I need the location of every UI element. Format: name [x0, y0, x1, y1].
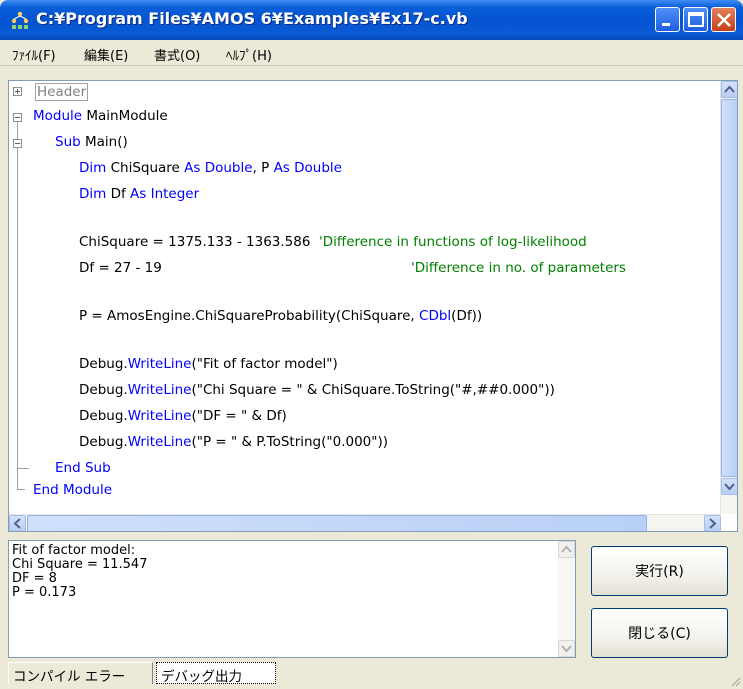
tab-debug-output[interactable]: デバッグ出力	[156, 662, 276, 685]
close-icon	[717, 13, 731, 27]
code-text: ("Chi Square = " & ChiSquare.ToString("#…	[191, 382, 555, 398]
expand-header-icon[interactable]	[13, 87, 22, 96]
minimize-icon	[662, 23, 670, 26]
output-line: Fit of factor model:	[12, 543, 136, 558]
chevron-left-icon	[13, 518, 21, 529]
code-line-end-module[interactable]: End Module	[33, 481, 112, 499]
code-line-dim-df[interactable]: Dim Df As Integer	[79, 185, 199, 203]
editor-window: C:¥Program Files¥AMOS 6¥Examples¥Ex17-c.…	[0, 0, 743, 689]
code-line-writeline-1[interactable]: Debug.WriteLine("Fit of factor model")	[79, 355, 338, 373]
code-text: MainModule	[82, 108, 168, 124]
collapse-module-icon[interactable]	[13, 113, 22, 122]
code-editor[interactable]: Header Module MainModule Sub Main() Dim …	[8, 80, 738, 532]
keyword: Dim	[79, 160, 107, 176]
chevron-down-icon	[561, 645, 572, 653]
code-text: , P	[252, 160, 274, 176]
code-text: Debug.	[79, 382, 128, 398]
debug-output-panel[interactable]: Fit of factor model: Chi Square = 11.547…	[8, 540, 576, 658]
editor-horizontal-scrollbar[interactable]	[9, 514, 721, 531]
code-text: Debug.	[79, 408, 128, 424]
run-button[interactable]: 実行(R)	[591, 546, 728, 596]
fold-guide	[17, 468, 29, 469]
editor-vscroll-thumb[interactable]	[721, 99, 737, 477]
code-text: Debug.	[79, 356, 128, 372]
code-text: Df	[106, 186, 131, 202]
fold-guide	[17, 148, 18, 489]
keyword: WriteLine	[127, 434, 192, 450]
chevron-up-icon	[724, 85, 735, 93]
code-text: (Df))	[451, 308, 483, 324]
comment-df: 'Difference in no. of parameters	[411, 260, 626, 276]
code-text: Main()	[80, 134, 128, 150]
maximize-icon	[688, 12, 704, 27]
close-window-button[interactable]	[711, 7, 736, 32]
keyword: WriteLine	[127, 382, 192, 398]
chevron-up-icon	[561, 545, 572, 553]
title-bar[interactable]: C:¥Program Files¥AMOS 6¥Examples¥Ex17-c.…	[0, 0, 743, 40]
chevron-down-icon	[724, 483, 735, 491]
fold-guide	[17, 489, 25, 490]
editor-vertical-scrollbar[interactable]	[720, 81, 737, 514]
output-line: Chi Square = 11.547	[12, 557, 148, 572]
menu-help[interactable]: ﾍﾙﾌﾟ(H)	[226, 45, 272, 64]
fold-guide	[17, 122, 18, 139]
code-text: Df = 27 - 19	[79, 260, 162, 276]
resize-grip-icon[interactable]	[729, 675, 741, 687]
header-region-label[interactable]: Header	[35, 83, 89, 101]
minimize-button[interactable]	[655, 7, 680, 32]
code-line-dim-chisquare[interactable]: Dim ChiSquare As Double, P As Double	[79, 159, 342, 177]
scroll-up-button[interactable]	[721, 81, 737, 98]
output-scroll-up-button[interactable]	[558, 541, 575, 558]
scroll-left-button[interactable]	[9, 515, 26, 531]
tab-compile-errors[interactable]: コンパイル エラー	[8, 662, 153, 685]
maximize-button[interactable]	[683, 7, 708, 32]
output-line: P = 0.173	[12, 585, 77, 600]
menu-format[interactable]: 書式(O)	[154, 45, 200, 64]
code-text: ChiSquare	[106, 160, 185, 176]
code-line-p-assign[interactable]: P = AmosEngine.ChiSquareProbability(ChiS…	[79, 307, 482, 325]
menu-file[interactable]: ﾌｧｲﾙ(F)	[12, 45, 56, 64]
code-line-module[interactable]: Module MainModule	[33, 107, 168, 125]
code-line-writeline-2[interactable]: Debug.WriteLine("Chi Square = " & ChiSqu…	[79, 381, 555, 399]
code-line-df-assign[interactable]: Df = 27 - 19	[79, 259, 162, 277]
keyword: CDbl	[419, 308, 452, 324]
amos-app-icon[interactable]	[10, 10, 30, 30]
code-line-end-sub[interactable]: End Sub	[55, 459, 111, 477]
keyword: WriteLine	[127, 356, 192, 372]
code-text: ("Fit of factor model")	[191, 356, 338, 372]
code-line-sub[interactable]: Sub Main()	[55, 133, 128, 151]
code-line-chisquare-assign[interactable]: ChiSquare = 1375.133 - 1363.586 'Differe…	[79, 233, 587, 251]
keyword: WriteLine	[127, 408, 192, 424]
close-button[interactable]: 閉じる(C)	[591, 608, 728, 658]
keyword: Dim	[79, 186, 107, 202]
scroll-down-button[interactable]	[721, 478, 737, 495]
code-text: Debug.	[79, 434, 128, 450]
keyword: As Double	[184, 160, 253, 176]
code-text: P = AmosEngine.ChiSquareProbability(ChiS…	[79, 308, 420, 324]
comment: 'Difference in functions of log-likeliho…	[319, 234, 587, 250]
keyword: Sub	[55, 134, 81, 150]
code-text: ChiSquare = 1375.133 - 1363.586	[79, 234, 320, 250]
collapse-sub-icon[interactable]	[13, 139, 22, 148]
output-scroll-down-button[interactable]	[558, 640, 575, 657]
menu-edit[interactable]: 編集(E)	[84, 45, 128, 64]
code-text: ("P = " & P.ToString("0.000"))	[191, 434, 388, 450]
editor-hscroll-thumb[interactable]	[27, 515, 647, 531]
keyword: As Double	[273, 160, 342, 176]
code-line-writeline-4[interactable]: Debug.WriteLine("P = " & P.ToString("0.0…	[79, 433, 388, 451]
chevron-right-icon	[709, 518, 717, 529]
code-text: ("DF = " & Df)	[191, 408, 287, 424]
code-line-writeline-3[interactable]: Debug.WriteLine("DF = " & Df)	[79, 407, 287, 425]
output-vertical-scrollbar[interactable]	[558, 541, 575, 657]
keyword: As Integer	[130, 186, 200, 202]
output-line: DF = 8	[12, 571, 57, 586]
window-title: C:¥Program Files¥AMOS 6¥Examples¥Ex17-c.…	[36, 9, 468, 28]
menu-bar: ﾌｧｲﾙ(F) 編集(E) 書式(O) ﾍﾙﾌﾟ(H)	[0, 40, 743, 66]
scroll-right-button[interactable]	[704, 515, 721, 531]
keyword: Module	[33, 108, 83, 124]
